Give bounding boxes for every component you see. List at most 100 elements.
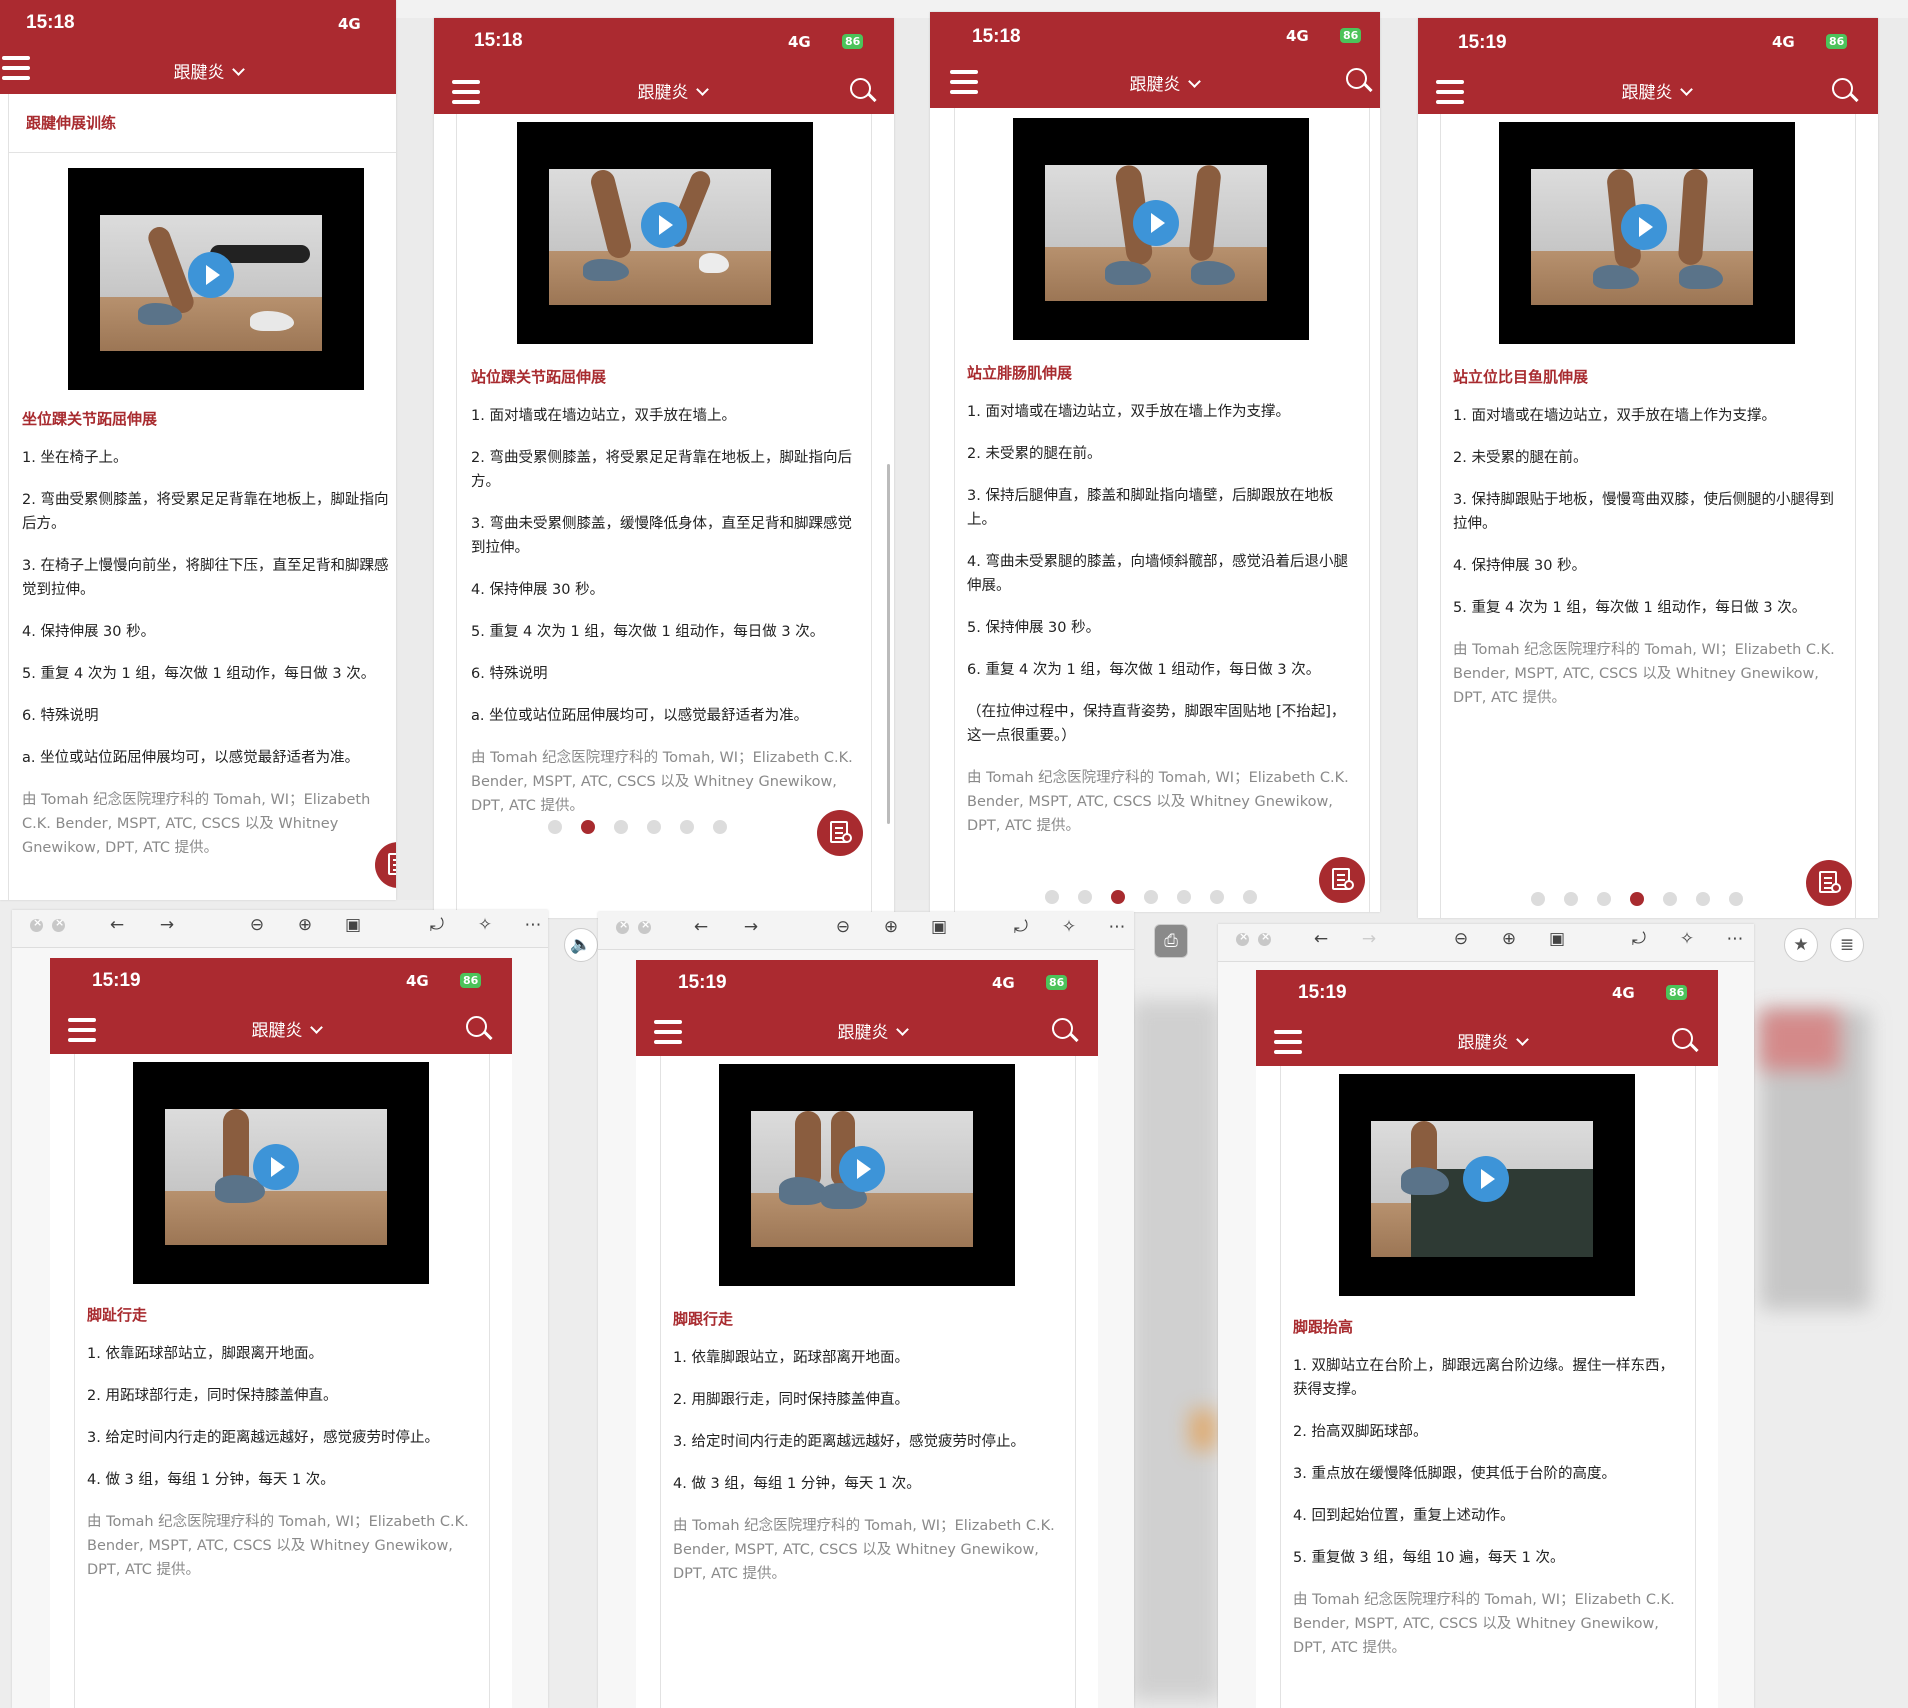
page-dot[interactable] [1243, 890, 1257, 904]
fit-icon[interactable]: ▣ [928, 917, 950, 937]
nav-bar: 跟腱炎 [636, 1008, 1098, 1056]
fit-icon[interactable]: ▣ [342, 915, 364, 935]
markup-icon[interactable]: ✧ [1676, 929, 1698, 949]
more-icon[interactable]: ⋯ [1106, 917, 1128, 937]
fit-icon[interactable]: ▣ [1546, 929, 1568, 949]
nav-title-dropdown[interactable]: 跟腱炎 [1402, 1028, 1582, 1053]
page-dot-active[interactable] [1630, 892, 1644, 906]
search-icon[interactable] [1672, 1028, 1700, 1056]
print-icon[interactable]: ⎙ [1154, 924, 1188, 958]
minimize-icon[interactable] [1258, 930, 1271, 946]
menu-icon[interactable] [452, 80, 480, 104]
play-button[interactable] [1621, 204, 1667, 250]
nav-title-dropdown[interactable]: 跟腱炎 [118, 58, 298, 83]
close-icon[interactable] [1236, 930, 1249, 946]
markup-icon[interactable]: ✧ [474, 915, 496, 935]
play-button[interactable] [839, 1146, 885, 1192]
back-icon[interactable]: ← [106, 915, 128, 935]
rotate-icon[interactable]: ⤾ [1628, 929, 1650, 949]
back-icon[interactable]: ← [690, 917, 712, 937]
minimize-icon[interactable] [638, 918, 651, 934]
search-icon[interactable] [850, 78, 878, 106]
markup-icon[interactable]: ✧ [1058, 917, 1080, 937]
menu-icon[interactable] [2, 56, 30, 80]
close-icon[interactable] [30, 916, 43, 932]
forward-icon[interactable]: → [1358, 929, 1380, 949]
menu-icon[interactable] [950, 70, 978, 94]
video-player[interactable] [517, 122, 813, 344]
forward-icon[interactable]: → [740, 917, 762, 937]
instruction-step: 3. 在椅子上慢慢向前坐，将脚往下压，直至足背和脚踝感觉到拉伸。 [22, 558, 389, 598]
video-player[interactable] [719, 1064, 1015, 1286]
back-icon[interactable]: ← [1310, 929, 1332, 949]
play-button[interactable] [253, 1144, 299, 1190]
page-dot[interactable] [1564, 892, 1578, 906]
exercise-title: 站位踝关节跖屈伸展 [471, 368, 607, 386]
page-dot[interactable] [1177, 890, 1191, 904]
nav-title-dropdown[interactable]: 跟腱炎 [1074, 70, 1254, 95]
rotate-icon[interactable]: ⤾ [426, 915, 448, 935]
page-dot[interactable] [713, 820, 727, 834]
play-button[interactable] [641, 202, 687, 248]
star-icon[interactable]: ★ [1784, 928, 1818, 962]
page-dot-active[interactable] [1111, 890, 1125, 904]
nav-title: 跟腱炎 [251, 1021, 303, 1041]
phone-screen-6: 15:19 4G 86 跟腱炎 脚跟行走 1. 依靠脚跟站立，跖球部离开地面。 … [636, 960, 1098, 1708]
page-dot[interactable] [647, 820, 661, 834]
video-player[interactable] [1499, 122, 1795, 344]
list-icon[interactable]: ≣ [1830, 928, 1864, 962]
page-dot[interactable] [548, 820, 562, 834]
page-dot[interactable] [1663, 892, 1677, 906]
scrollbar[interactable] [887, 464, 890, 824]
document-search-button[interactable] [817, 810, 863, 856]
viewer-toolbar: ← → ⊖ ⊕ ▣ ⤾ ✧ ⋯ [12, 910, 548, 948]
video-player[interactable] [68, 168, 364, 390]
more-icon[interactable]: ⋯ [1724, 929, 1746, 949]
zoom-out-icon[interactable]: ⊖ [246, 915, 268, 935]
page-dot[interactable] [1729, 892, 1743, 906]
minimize-icon[interactable] [52, 916, 65, 932]
nav-title-dropdown[interactable]: 跟腱炎 [196, 1016, 376, 1041]
page-dot[interactable] [1078, 890, 1092, 904]
page-dot[interactable] [1597, 892, 1611, 906]
zoom-in-icon[interactable]: ⊕ [294, 915, 316, 935]
more-icon[interactable]: ⋯ [522, 915, 544, 935]
page-dot[interactable] [1045, 890, 1059, 904]
video-player[interactable] [133, 1062, 429, 1284]
zoom-out-icon[interactable]: ⊖ [832, 917, 854, 937]
menu-icon[interactable] [1274, 1030, 1302, 1054]
page-dot[interactable] [1210, 890, 1224, 904]
play-button[interactable] [188, 252, 234, 298]
zoom-out-icon[interactable]: ⊖ [1450, 929, 1472, 949]
menu-icon[interactable] [654, 1020, 682, 1044]
zoom-in-icon[interactable]: ⊕ [880, 917, 902, 937]
instruction-step: 2. 用跖球部行走，同时保持膝盖伸直。 [87, 1388, 338, 1404]
video-player[interactable] [1013, 118, 1309, 340]
page-dot-active[interactable] [581, 820, 595, 834]
document-search-button[interactable] [1319, 857, 1365, 903]
search-icon[interactable] [1346, 68, 1374, 96]
play-button[interactable] [1133, 200, 1179, 246]
search-icon[interactable] [1052, 1018, 1080, 1046]
video-player[interactable] [1339, 1074, 1635, 1296]
rotate-icon[interactable]: ⤾ [1010, 917, 1032, 937]
nav-title-dropdown[interactable]: 跟腱炎 [1566, 78, 1746, 103]
menu-icon[interactable] [68, 1018, 96, 1042]
page-dot[interactable] [1144, 890, 1158, 904]
page-dot[interactable] [1696, 892, 1710, 906]
zoom-in-icon[interactable]: ⊕ [1498, 929, 1520, 949]
close-icon[interactable] [616, 918, 629, 934]
page-dot[interactable] [1531, 892, 1545, 906]
nav-title-dropdown[interactable]: 跟腱炎 [782, 1018, 962, 1043]
document-search-button[interactable] [1806, 860, 1852, 906]
page-dot[interactable] [614, 820, 628, 834]
page-dot[interactable] [680, 820, 694, 834]
phone-screen-1: 15:18 4G 跟腱炎 跟腱伸展训练 坐位踝关节跖屈伸展 1. 坐在椅子上。 … [0, 0, 396, 900]
menu-icon[interactable] [1436, 80, 1464, 104]
forward-icon[interactable]: → [156, 915, 178, 935]
search-icon[interactable] [1832, 78, 1860, 106]
nav-title-dropdown[interactable]: 跟腱炎 [582, 78, 762, 103]
search-icon[interactable] [466, 1016, 494, 1044]
play-button[interactable] [1463, 1156, 1509, 1202]
speaker-icon[interactable]: 🔈 [564, 928, 598, 962]
